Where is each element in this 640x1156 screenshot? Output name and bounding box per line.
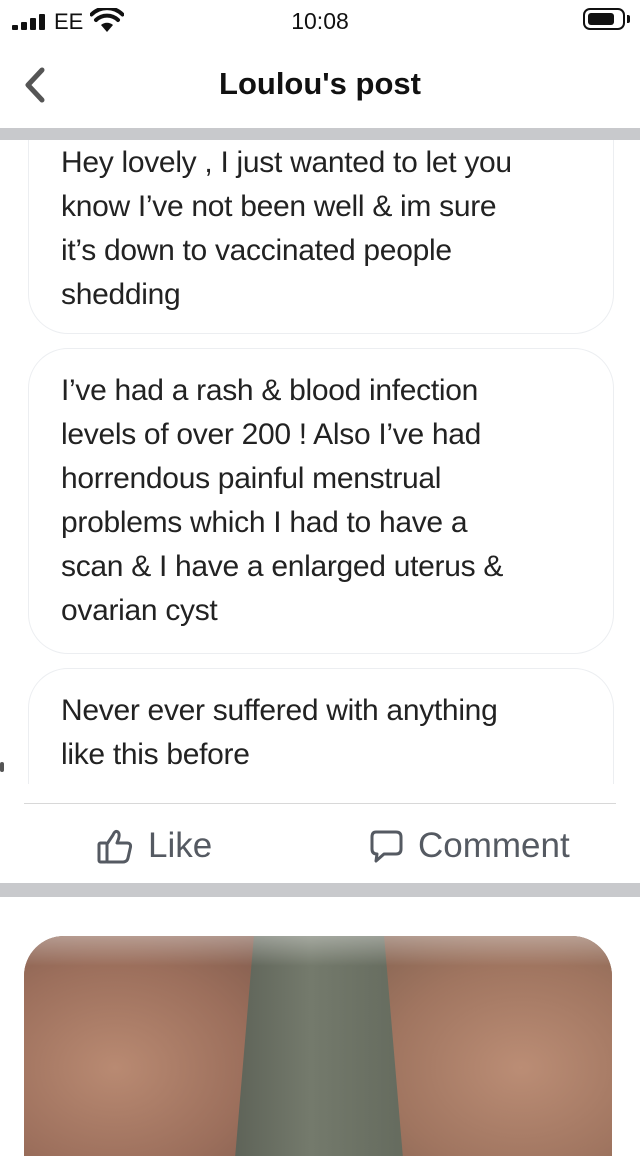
like-label: Like <box>148 826 213 865</box>
message-line: levels of over 200 ! Also I’ve had <box>61 418 482 451</box>
thumbs-up-icon <box>97 829 133 864</box>
message-line: scan & I have a enlarged uterus & <box>61 550 504 583</box>
battery-level-fill <box>588 13 614 25</box>
message-line: like this before <box>61 738 250 771</box>
comment-label: Comment <box>418 826 570 865</box>
message-line: Hey lovely , I just wanted to let you <box>61 146 512 179</box>
message-line: know I’ve not been well & im sure <box>61 190 497 223</box>
message-list: Hey lovely , I just wanted to let you kn… <box>0 140 640 784</box>
message-bubble-2: I’ve had a rash & blood infection levels… <box>28 348 614 654</box>
header-divider <box>0 128 640 140</box>
message-bubble-3: Never ever suffered with anything like t… <box>28 668 614 784</box>
post-photo[interactable] <box>24 936 612 1156</box>
comment-button[interactable]: Comment <box>368 818 570 874</box>
photo-top-fade <box>24 936 612 966</box>
photo-region-center <box>234 936 404 1156</box>
message-line: I’ve had a rash & blood infection <box>61 374 479 407</box>
nav-bar: Loulou's post <box>0 44 640 128</box>
message-line: problems which I had to have a <box>61 506 468 539</box>
battery-icon <box>583 8 625 30</box>
like-button[interactable]: Like <box>96 818 212 874</box>
status-bar: EE 10:08 <box>0 0 640 44</box>
status-time: 10:08 <box>291 8 349 34</box>
message-line: horrendous painful menstrual <box>61 462 442 495</box>
comment-bubble-icon <box>370 830 403 863</box>
message-line: Never ever suffered with anything <box>61 694 498 727</box>
post-divider <box>0 883 640 897</box>
action-divider <box>24 803 616 804</box>
battery-tip <box>627 15 630 23</box>
message-bubble-1: Hey lovely , I just wanted to let you kn… <box>28 140 614 334</box>
page-title: Loulou's post <box>219 66 421 101</box>
message-line: ovarian cyst <box>61 594 218 627</box>
message-line: it’s down to vaccinated people <box>61 234 452 267</box>
message-line: shedding <box>61 278 181 311</box>
scroll-edge-mark <box>0 762 4 772</box>
